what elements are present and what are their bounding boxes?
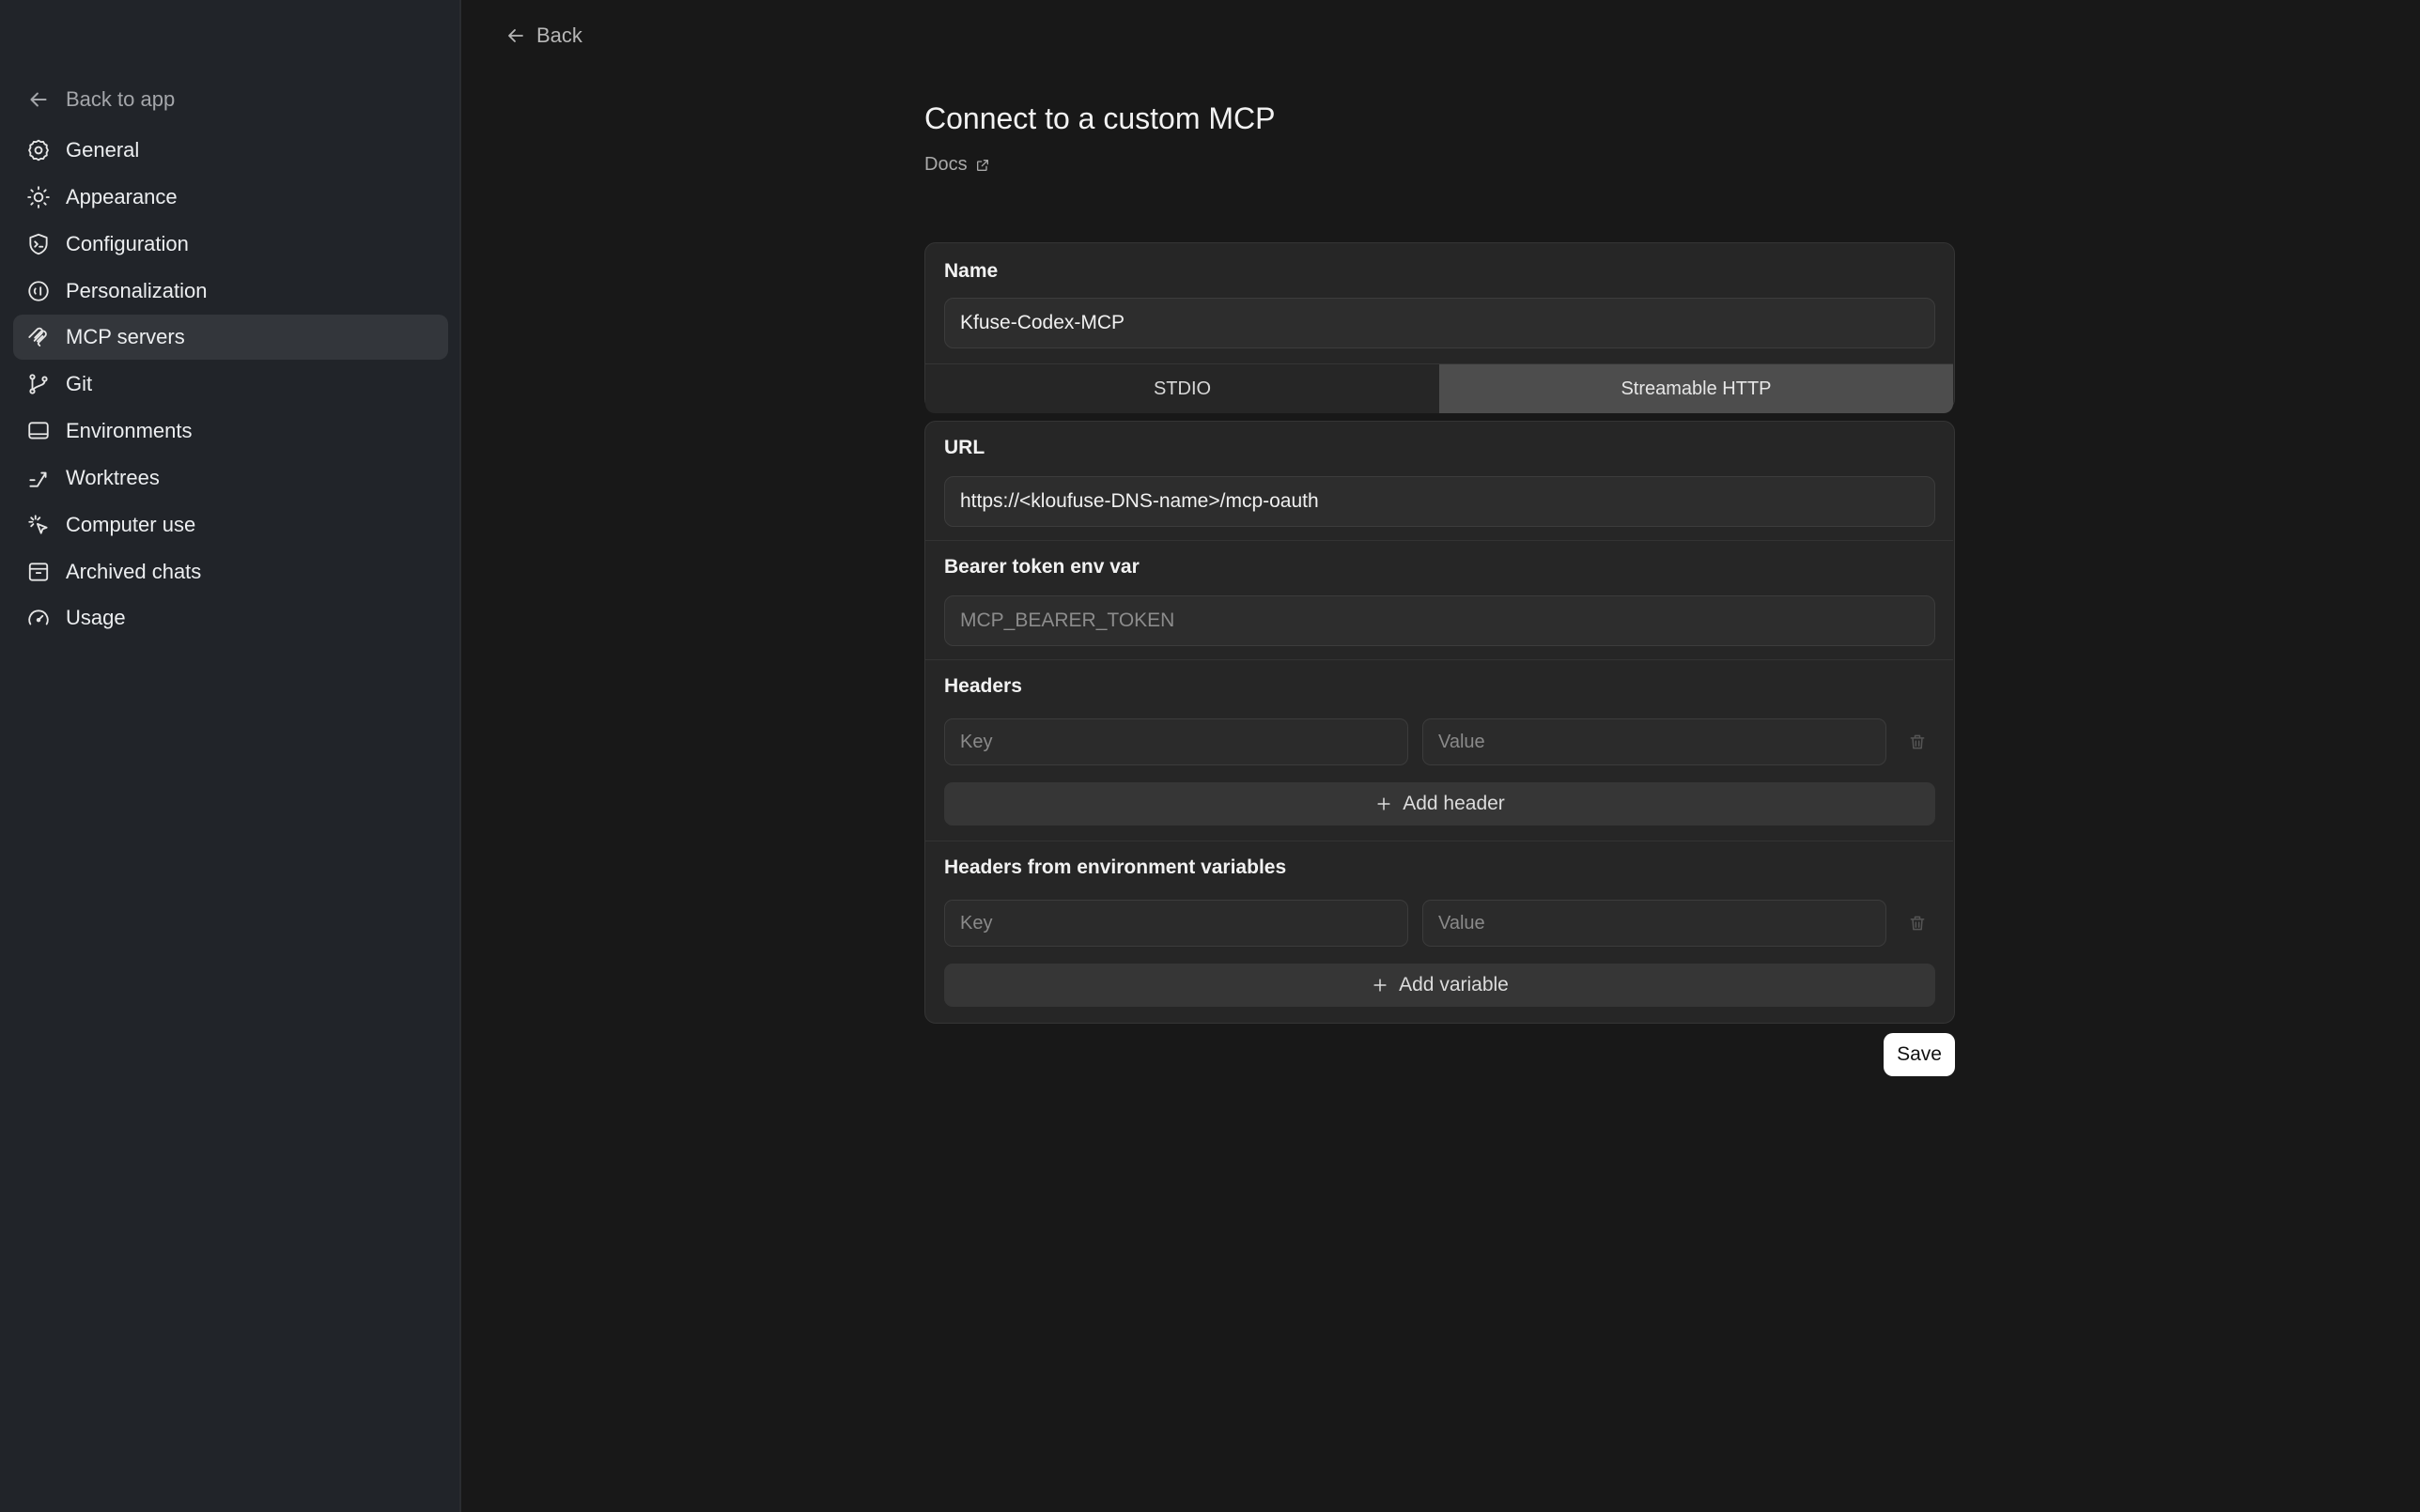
- page-title: Connect to a custom MCP: [924, 101, 1276, 135]
- transport-option-stdio[interactable]: STDIO: [925, 364, 1439, 413]
- add-header-label: Add header: [1403, 793, 1505, 814]
- monitor-icon: [26, 419, 51, 443]
- add-variable-button[interactable]: Add variable: [944, 964, 1935, 1007]
- back-button[interactable]: Back: [504, 19, 582, 53]
- sidebar-item-worktrees[interactable]: Worktrees: [13, 455, 448, 501]
- archive-icon: [26, 560, 51, 584]
- worktree-icon: [26, 466, 51, 490]
- git-branch-icon: [26, 372, 51, 396]
- sidebar-item-label: Personalization: [66, 279, 208, 302]
- header-value-input[interactable]: [1422, 718, 1886, 765]
- url-label: URL: [944, 437, 985, 458]
- add-variable-label: Add variable: [1399, 974, 1509, 995]
- bearer-token-input[interactable]: [944, 595, 1935, 646]
- name-input[interactable]: [944, 298, 1935, 348]
- cursor-click-icon: [26, 513, 51, 537]
- sun-icon: [26, 185, 51, 209]
- plus-icon: [1377, 797, 1390, 810]
- gear-icon: [26, 138, 51, 162]
- headers-section: Headers Add header: [925, 659, 1953, 841]
- trash-icon: [1910, 916, 1925, 931]
- sidebar-item-appearance[interactable]: Appearance: [13, 175, 448, 220]
- plus-icon: [1373, 979, 1387, 992]
- headers-label: Headers: [944, 675, 1022, 697]
- sidebar-item-general[interactable]: General: [13, 128, 448, 173]
- sidebar-item-computer-use[interactable]: Computer use: [13, 502, 448, 548]
- back-to-app-label: Back to app: [66, 87, 176, 111]
- arrow-left-icon: [30, 92, 47, 107]
- docs-label: Docs: [924, 154, 968, 175]
- sidebar-item-label: MCP servers: [66, 325, 185, 348]
- name-label: Name: [944, 260, 999, 282]
- sidebar-item-environments[interactable]: Environments: [13, 409, 448, 454]
- header-key-input[interactable]: [944, 718, 1408, 765]
- sidebar-item-label: General: [66, 138, 140, 162]
- sidebar-item-label: Archived chats: [66, 560, 202, 583]
- name-transport-card: Name STDIO Streamable HTTP: [924, 242, 1955, 413]
- sidebar-item-label: Appearance: [66, 185, 178, 208]
- sidebar-item-label: Worktrees: [66, 466, 160, 489]
- sidebar-item-archived-chats[interactable]: Archived chats: [13, 549, 448, 594]
- sidebar-item-configuration[interactable]: Configuration: [13, 222, 448, 267]
- sidebar-item-label: Computer use: [66, 513, 196, 536]
- back-label: Back: [536, 23, 582, 47]
- back-to-app-link[interactable]: Back to app: [26, 79, 175, 120]
- transport-toggle: STDIO Streamable HTTP: [925, 363, 1953, 413]
- sidebar-item-label: Usage: [66, 606, 126, 629]
- add-header-button[interactable]: Add header: [944, 782, 1935, 825]
- env-headers-label: Headers from environment variables: [944, 856, 1287, 878]
- transport-option-streamable-http[interactable]: Streamable HTTP: [1439, 364, 1953, 413]
- sidebar-item-personalization[interactable]: Personalization: [13, 269, 448, 314]
- env-headers-section: Headers from environment variables Add v…: [925, 841, 1953, 1026]
- delete-env-header-button[interactable]: [1906, 912, 1929, 934]
- mcp-icon: [26, 325, 51, 349]
- bearer-label: Bearer token env var: [944, 556, 1140, 578]
- docs-link[interactable]: Docs: [924, 154, 990, 176]
- delete-header-button[interactable]: [1906, 731, 1929, 753]
- sidebar-item-git[interactable]: Git: [13, 362, 448, 407]
- sidebar-item-label: Environments: [66, 419, 193, 442]
- save-button[interactable]: Save: [1884, 1033, 1955, 1076]
- arrow-left-icon: [508, 29, 523, 42]
- sidebar-item-usage[interactable]: Usage: [13, 595, 448, 640]
- smile-icon: [26, 279, 51, 303]
- sidebar-item-label: Git: [66, 372, 93, 395]
- url-section: URL: [925, 422, 1953, 540]
- terminal-shield-icon: [26, 232, 51, 256]
- trash-icon: [1910, 734, 1925, 749]
- connection-settings-card: URL Bearer token env var Headers Add hea…: [924, 421, 1955, 1024]
- env-header-key-input[interactable]: [944, 900, 1408, 947]
- settings-sidebar: Back to app General Appearance Configura…: [0, 0, 461, 1512]
- sidebar-item-mcp-servers[interactable]: MCP servers: [13, 315, 448, 360]
- bearer-section: Bearer token env var: [925, 540, 1953, 660]
- external-link-icon: [976, 159, 988, 171]
- sidebar-item-label: Configuration: [66, 232, 189, 255]
- url-input[interactable]: [944, 476, 1935, 527]
- env-header-value-input[interactable]: [1422, 900, 1886, 947]
- gauge-icon: [26, 606, 51, 630]
